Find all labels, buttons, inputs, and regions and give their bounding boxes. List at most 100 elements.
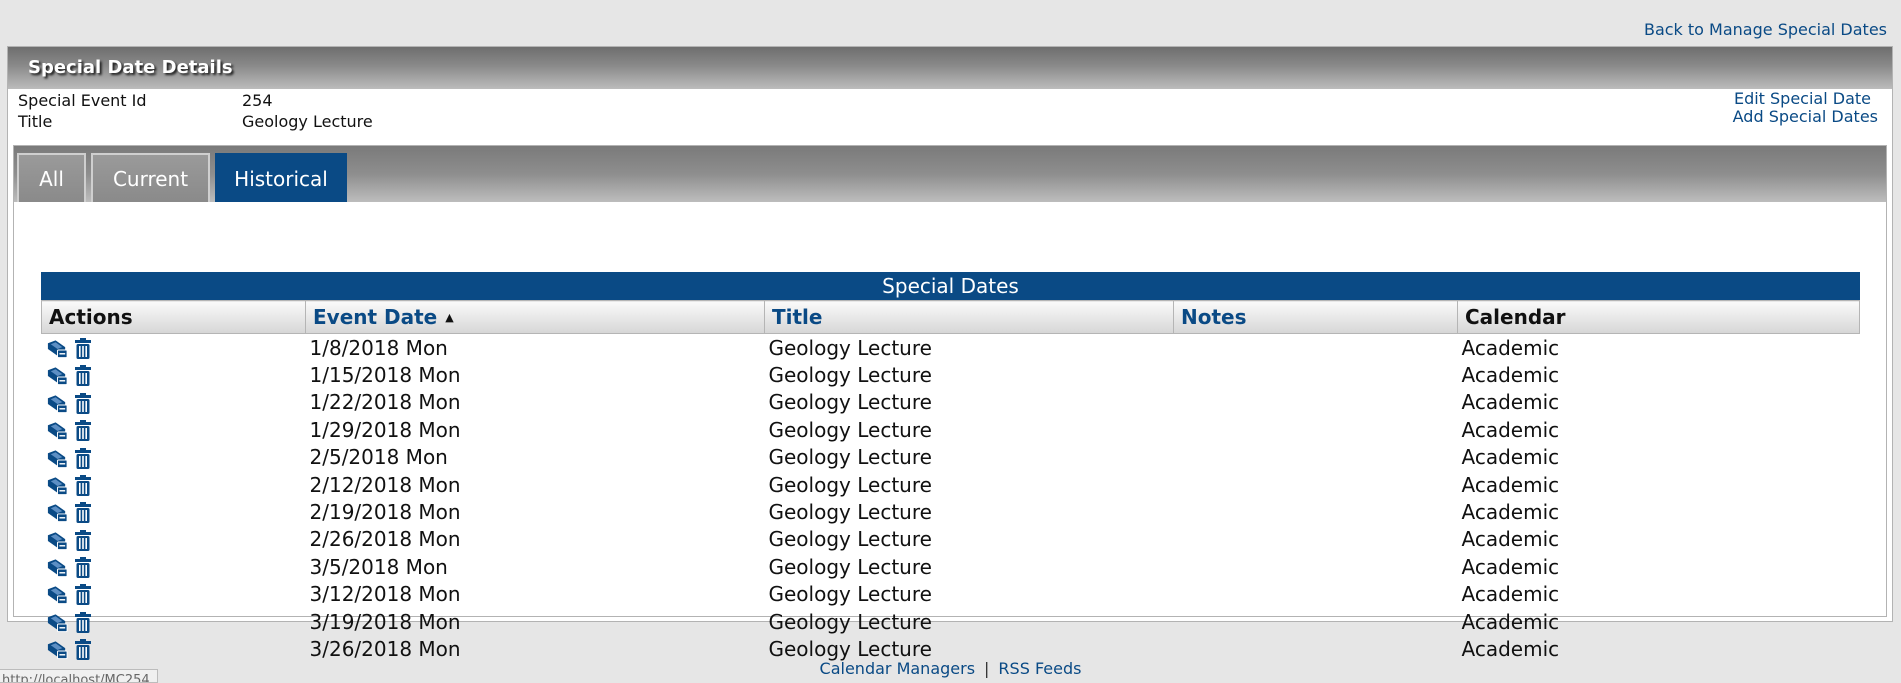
delete-icon[interactable]	[74, 611, 92, 634]
table-row: 1/29/2018 Mon Geology Lecture Academic	[42, 416, 1860, 443]
edit-icon[interactable]	[46, 530, 69, 552]
row-title: Geology Lecture	[768, 500, 932, 525]
row-event-date: 3/12/2018 Mon	[309, 582, 461, 607]
row-notes	[1174, 498, 1458, 525]
row-title: Geology Lecture	[768, 554, 932, 579]
row-calendar: Academic	[1461, 472, 1560, 497]
column-header-event-date-label: Event Date	[313, 305, 438, 329]
row-event-date: 1/8/2018 Mon	[309, 335, 448, 360]
row-event-date: 1/22/2018 Mon	[309, 390, 461, 415]
tab-all[interactable]: All	[17, 153, 86, 202]
row-actions	[42, 526, 306, 553]
column-header-title[interactable]: Title	[764, 300, 1174, 334]
back-to-manage-link[interactable]: Back to Manage Special Dates	[1644, 20, 1887, 39]
row-notes	[1174, 389, 1458, 416]
edit-icon[interactable]	[46, 338, 69, 360]
special-dates-grid: Actions Event Date ▲ Title Notes Calendar…	[41, 300, 1860, 663]
title-value: Geology Lecture	[242, 112, 373, 131]
row-notes	[1174, 334, 1458, 362]
row-title: Geology Lecture	[768, 472, 932, 497]
table-row: 2/12/2018 Mon Geology Lecture Academic	[42, 471, 1860, 498]
row-event-date: 2/12/2018 Mon	[309, 472, 461, 497]
row-title: Geology Lecture	[768, 335, 932, 360]
edit-icon[interactable]	[46, 365, 69, 387]
row-actions	[42, 444, 306, 471]
row-actions	[42, 498, 306, 525]
column-header-notes[interactable]: Notes	[1173, 300, 1458, 334]
row-title: Geology Lecture	[768, 609, 932, 634]
row-calendar: Academic	[1461, 500, 1560, 525]
table-row: 2/26/2018 Mon Geology Lecture Academic	[42, 526, 1860, 553]
column-header-calendar: Calendar	[1457, 300, 1860, 334]
delete-icon[interactable]	[74, 502, 92, 524]
table-row: 3/5/2018 Mon Geology Lecture Academic	[42, 553, 1860, 580]
title-row: Title Geology Lecture	[18, 112, 373, 131]
row-event-date: 1/15/2018 Mon	[309, 363, 461, 388]
row-event-date: 1/29/2018 Mon	[309, 417, 461, 442]
edit-icon[interactable]	[46, 639, 69, 661]
rss-feeds-link[interactable]: RSS Feeds	[998, 659, 1081, 678]
row-notes	[1174, 608, 1458, 635]
row-calendar: Academic	[1461, 363, 1560, 388]
table-row: 2/19/2018 Mon Geology Lecture Academic	[42, 498, 1860, 525]
edit-icon[interactable]	[46, 584, 69, 606]
column-header-actions: Actions	[41, 300, 306, 334]
edit-icon[interactable]	[46, 420, 69, 442]
delete-icon[interactable]	[74, 557, 92, 579]
row-title: Geology Lecture	[768, 363, 932, 388]
add-special-dates-link[interactable]: Add Special Dates	[1733, 107, 1878, 126]
delete-icon[interactable]	[74, 447, 92, 470]
delete-icon[interactable]	[74, 337, 92, 360]
row-actions	[42, 608, 306, 635]
row-event-date: 2/26/2018 Mon	[309, 527, 461, 552]
delete-icon[interactable]	[74, 420, 92, 442]
delete-icon[interactable]	[74, 639, 92, 661]
delete-icon[interactable]	[74, 365, 92, 387]
delete-icon[interactable]	[74, 529, 92, 552]
sort-ascending-icon: ▲	[445, 311, 454, 324]
delete-icon[interactable]	[74, 474, 92, 497]
tab-container: All Current Historical Special Dates Act…	[13, 145, 1887, 661]
row-notes	[1174, 361, 1458, 388]
delete-icon[interactable]	[74, 584, 92, 606]
row-title: Geology Lecture	[768, 582, 932, 607]
edit-icon[interactable]	[46, 557, 69, 579]
table-row: 3/19/2018 Mon Geology Lecture Academic	[42, 608, 1860, 635]
row-calendar: Academic	[1461, 609, 1560, 634]
edit-special-date-link[interactable]: Edit Special Date	[1734, 89, 1871, 108]
row-calendar: Academic	[1461, 527, 1560, 552]
edit-icon[interactable]	[46, 448, 69, 470]
row-actions	[42, 471, 306, 498]
row-event-date: 3/5/2018 Mon	[309, 554, 448, 579]
row-actions	[42, 553, 306, 580]
edit-icon[interactable]	[46, 475, 69, 497]
table-row: 2/5/2018 Mon Geology Lecture Academic	[42, 444, 1860, 471]
tab-current[interactable]: Current	[91, 153, 210, 202]
column-header-calendar-label: Calendar	[1465, 305, 1566, 329]
row-calendar: Academic	[1461, 417, 1560, 442]
column-header-event-date[interactable]: Event Date ▲	[305, 300, 765, 334]
edit-icon[interactable]	[46, 502, 69, 524]
delete-icon[interactable]	[74, 392, 92, 415]
row-event-date: 3/19/2018 Mon	[309, 609, 461, 634]
edit-icon[interactable]	[46, 393, 69, 415]
row-actions	[42, 361, 306, 388]
table-row: 1/15/2018 Mon Geology Lecture Academic	[42, 361, 1860, 388]
footer: Calendar Managers | RSS Feeds	[0, 659, 1901, 678]
calendar-managers-link[interactable]: Calendar Managers	[820, 659, 976, 678]
footer-separator: |	[984, 659, 990, 678]
tab-historical[interactable]: Historical	[215, 153, 347, 202]
row-actions	[42, 581, 306, 608]
row-notes	[1174, 444, 1458, 471]
table-row: 1/8/2018 Mon Geology Lecture Academic	[42, 334, 1860, 362]
edit-icon[interactable]	[46, 612, 69, 634]
row-notes	[1174, 471, 1458, 498]
row-title: Geology Lecture	[768, 390, 932, 415]
row-actions	[42, 334, 306, 362]
column-header-actions-label: Actions	[49, 305, 133, 329]
row-calendar: Academic	[1461, 390, 1560, 415]
special-event-id-row: Special Event Id 254	[18, 91, 273, 110]
grid-title: Special Dates	[41, 272, 1860, 300]
column-header-title-label: Title	[772, 305, 823, 329]
row-notes	[1174, 581, 1458, 608]
